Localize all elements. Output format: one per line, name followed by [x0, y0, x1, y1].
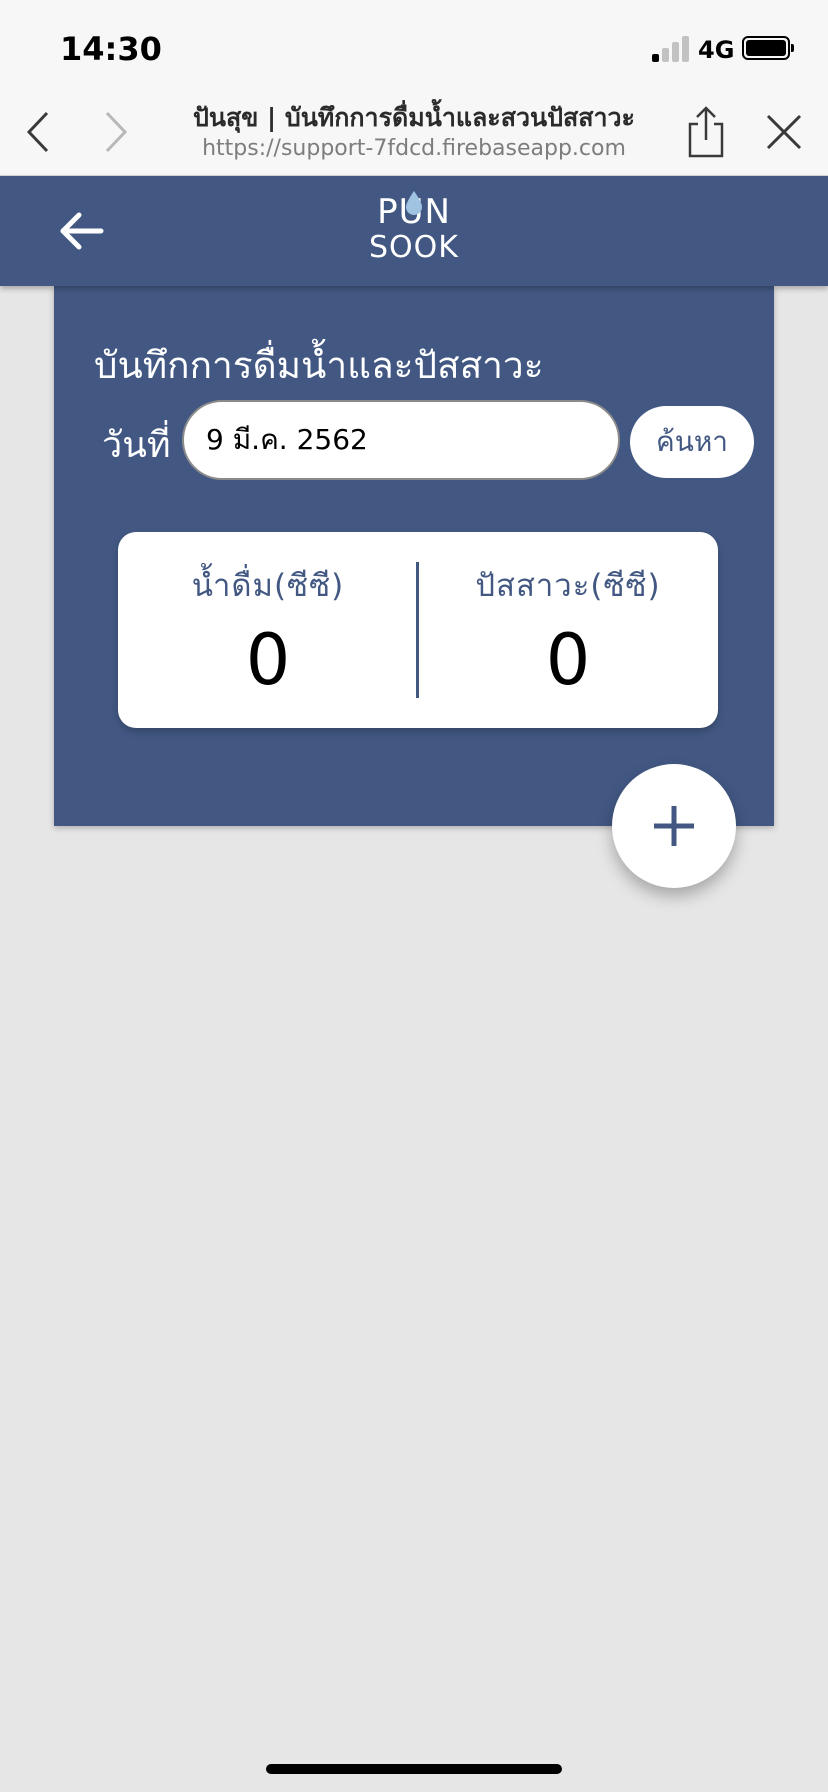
- logo-line2: SOOK: [369, 230, 459, 265]
- status-bar: 14:30 4G: [0, 0, 828, 88]
- page-title: ปันสุข | บันทึกการดื่มน้ำและสวนปัสสาวะ: [192, 103, 635, 132]
- status-time: 14:30: [60, 30, 162, 68]
- urine-value: 0: [545, 619, 591, 701]
- chevron-left-icon: [26, 111, 49, 153]
- battery-icon: [742, 36, 794, 60]
- water-label: น้ำดื่ม(ซีซี): [191, 568, 345, 604]
- signal-icon: [652, 36, 690, 62]
- arrow-left-icon: [60, 212, 104, 250]
- intake-output-card: บันทึกการดื่มน้ำและปัสสาวะ วันที่ ค้นหา …: [54, 286, 774, 826]
- date-input[interactable]: [182, 400, 620, 480]
- page-url: https://support-7fdcd.firebaseapp.com: [202, 136, 626, 161]
- urine-label: ปัสสาวะ(ซีซี): [475, 568, 661, 604]
- water-summary: น้ำดื่ม(ซีซี) 0: [118, 532, 418, 728]
- summary-panel: น้ำดื่ม(ซีซี) 0 ปัสสาวะ(ซีซี) 0: [118, 532, 718, 728]
- add-record-button[interactable]: [612, 764, 736, 888]
- water-value: 0: [245, 619, 291, 701]
- header-back-button[interactable]: [52, 206, 112, 256]
- chevron-right-icon: [105, 111, 128, 153]
- share-button[interactable]: [676, 102, 736, 162]
- browser-forward-button[interactable]: [86, 102, 146, 162]
- plus-icon: [654, 806, 694, 846]
- browser-bar: ปันสุข | บันทึกการดื่มน้ำและสวนปัสสาวะ h…: [0, 88, 828, 176]
- home-indicator: [266, 1764, 562, 1774]
- share-icon: [688, 106, 724, 158]
- urine-summary: ปัสสาวะ(ซีซี) 0: [418, 532, 718, 728]
- close-icon: [766, 114, 802, 150]
- browser-close-button[interactable]: [754, 102, 814, 162]
- browser-back-button[interactable]: [8, 102, 68, 162]
- date-label: วันที่: [102, 425, 171, 466]
- network-label: 4G: [698, 36, 735, 64]
- water-drop-icon: [406, 191, 422, 215]
- card-title: บันทึกการดื่มน้ำและปัสสาวะ: [94, 344, 544, 387]
- search-button[interactable]: ค้นหา: [630, 406, 754, 478]
